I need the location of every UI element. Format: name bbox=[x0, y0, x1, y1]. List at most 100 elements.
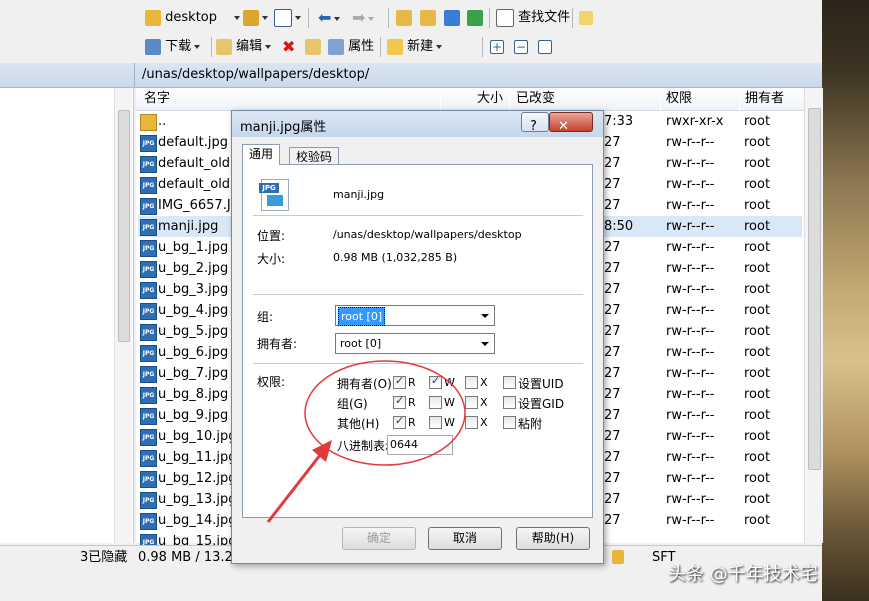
setuid-checkbox[interactable] bbox=[503, 376, 516, 389]
file-modified-cell: 8:50 bbox=[604, 219, 634, 234]
refresh-button[interactable] bbox=[467, 7, 483, 29]
file-name-cell: u_bg_9.jpg bbox=[158, 408, 229, 423]
sticky-checkbox[interactable] bbox=[503, 416, 516, 429]
file-owner-cell: root bbox=[744, 177, 771, 192]
location-value: /unas/desktop/wallpapers/desktop bbox=[333, 228, 522, 241]
file-name-cell: u_bg_4.jpg bbox=[158, 303, 229, 318]
deselect-button[interactable]: − bbox=[514, 36, 528, 58]
back-arrow-icon: ⬅ bbox=[318, 8, 332, 27]
file-modified-cell: 27 bbox=[604, 408, 621, 423]
file-permissions-cell: rw-r--r-- bbox=[666, 366, 715, 381]
jpg-file-icon: JPG bbox=[259, 179, 289, 211]
left-scrollbar[interactable] bbox=[114, 88, 132, 543]
jpg-file-icon: JPG bbox=[140, 156, 157, 173]
file-permissions-cell: rw-r--r-- bbox=[666, 156, 715, 171]
file-modified-cell: 27 bbox=[604, 366, 621, 381]
select-all-button[interactable]: + bbox=[490, 36, 504, 58]
left-pane bbox=[0, 88, 134, 543]
col-permissions[interactable]: 权限 bbox=[661, 88, 739, 111]
open-folder-button[interactable] bbox=[243, 7, 268, 29]
file-name-cell: u_bg_6.jpg bbox=[158, 345, 229, 360]
home-button[interactable] bbox=[444, 7, 460, 29]
rename-button[interactable] bbox=[305, 36, 321, 58]
edit-button[interactable]: 编辑 bbox=[216, 36, 272, 58]
delete-icon: ✖ bbox=[282, 37, 296, 56]
file-permissions-cell: rw-r--r-- bbox=[666, 492, 715, 507]
tree-button[interactable] bbox=[579, 7, 593, 29]
file-owner-cell: root bbox=[744, 366, 771, 381]
file-permissions-cell: rw-r--r-- bbox=[666, 282, 715, 297]
scroll-thumb[interactable] bbox=[808, 108, 821, 470]
file-modified-cell: 27 bbox=[604, 513, 621, 528]
current-path[interactable]: /unas/desktop/wallpapers/desktop/ bbox=[142, 67, 369, 82]
root-dir-button[interactable] bbox=[420, 7, 436, 29]
delete-button[interactable]: ✖ bbox=[282, 36, 295, 58]
file-owner-cell: root bbox=[744, 219, 771, 234]
scroll-thumb[interactable] bbox=[118, 110, 130, 342]
location-dropdown[interactable]: desktop bbox=[145, 7, 241, 29]
owner-select[interactable]: root [0] bbox=[335, 333, 495, 354]
file-name-cell: u_bg_13.jpg bbox=[158, 492, 237, 507]
file-modified-cell: 27 bbox=[604, 324, 621, 339]
filter-button[interactable] bbox=[274, 7, 301, 29]
tab-general[interactable]: 通用 bbox=[242, 144, 281, 165]
close-button[interactable]: ✕ bbox=[549, 112, 593, 134]
new-button[interactable]: 新建 bbox=[387, 36, 443, 58]
file-modified-cell: 27 bbox=[604, 282, 621, 297]
col-name[interactable]: 名字 bbox=[136, 88, 440, 111]
parent-dir-button[interactable] bbox=[396, 7, 412, 29]
col-size[interactable]: 大小 bbox=[441, 88, 509, 111]
file-name-cell: u_bg_5.jpg bbox=[158, 324, 229, 339]
file-owner-cell: root bbox=[744, 492, 771, 507]
file-modified-cell: 27 bbox=[604, 471, 621, 486]
file-list-scrollbar[interactable] bbox=[804, 88, 823, 543]
file-owner-cell: root bbox=[744, 240, 771, 255]
new-folder-icon bbox=[387, 38, 403, 55]
help-button[interactable]: 帮助(H) bbox=[516, 527, 590, 550]
file-modified-cell: 27 bbox=[604, 135, 621, 150]
file-name-cell: u_bg_2.jpg bbox=[158, 261, 229, 276]
jpg-file-icon: JPG bbox=[140, 261, 157, 278]
rename-icon bbox=[305, 38, 321, 55]
back-button[interactable]: ⬅ bbox=[318, 7, 341, 29]
jpg-file-icon: JPG bbox=[140, 471, 157, 488]
col-modified[interactable]: 已改变 bbox=[510, 88, 660, 111]
location-label: 位置: bbox=[257, 229, 286, 243]
file-permissions-cell: rw-r--r-- bbox=[666, 135, 715, 150]
file-name-cell: u_bg_11.jpg bbox=[158, 450, 237, 465]
size-value: 0.98 MB (1,032,285 B) bbox=[333, 251, 458, 264]
file-permissions-cell: rw-r--r-- bbox=[666, 219, 715, 234]
desktop-background bbox=[822, 0, 869, 601]
owner-label: 拥有者: bbox=[257, 337, 298, 351]
group-select[interactable]: root [0] bbox=[335, 305, 495, 326]
file-name-cell: manji.jpg bbox=[158, 219, 219, 234]
permissions-label: 权限: bbox=[257, 375, 286, 389]
jpg-file-icon: JPG bbox=[140, 177, 157, 194]
folder-icon bbox=[145, 9, 161, 26]
forward-arrow-icon: ➡ bbox=[352, 8, 366, 27]
file-name-cell: u_bg_12.jpg bbox=[158, 471, 237, 486]
forward-button[interactable]: ➡ bbox=[352, 7, 375, 29]
download-button[interactable]: 下载 bbox=[145, 36, 201, 58]
file-modified-cell: 27 bbox=[604, 156, 621, 171]
close-icon: ✕ bbox=[558, 119, 569, 134]
chevron-down-icon bbox=[295, 15, 301, 20]
file-owner-cell: root bbox=[744, 324, 771, 339]
properties-icon bbox=[328, 38, 344, 55]
col-owner[interactable]: 拥有者 bbox=[740, 88, 804, 111]
toolbar-row-2: 下载 编辑 ✖ 属性 新建 + − bbox=[0, 36, 822, 64]
jpg-file-icon: JPG bbox=[140, 513, 157, 530]
ok-button[interactable]: 确定 bbox=[342, 527, 416, 550]
properties-button[interactable]: 属性 bbox=[328, 36, 374, 58]
setgid-checkbox[interactable] bbox=[503, 396, 516, 409]
find-files-button[interactable]: 查找文件 bbox=[496, 7, 570, 29]
filter-select-button[interactable] bbox=[538, 36, 552, 58]
cancel-button[interactable]: 取消 bbox=[428, 527, 502, 550]
search-icon bbox=[496, 8, 514, 27]
size-label: 大小: bbox=[257, 252, 286, 266]
file-owner-cell: root bbox=[744, 303, 771, 318]
help-title-button[interactable]: ? bbox=[521, 112, 549, 134]
jpg-file-icon: JPG bbox=[140, 450, 157, 467]
file-modified-cell: 27 bbox=[604, 303, 621, 318]
jpg-file-icon: JPG bbox=[140, 219, 157, 236]
